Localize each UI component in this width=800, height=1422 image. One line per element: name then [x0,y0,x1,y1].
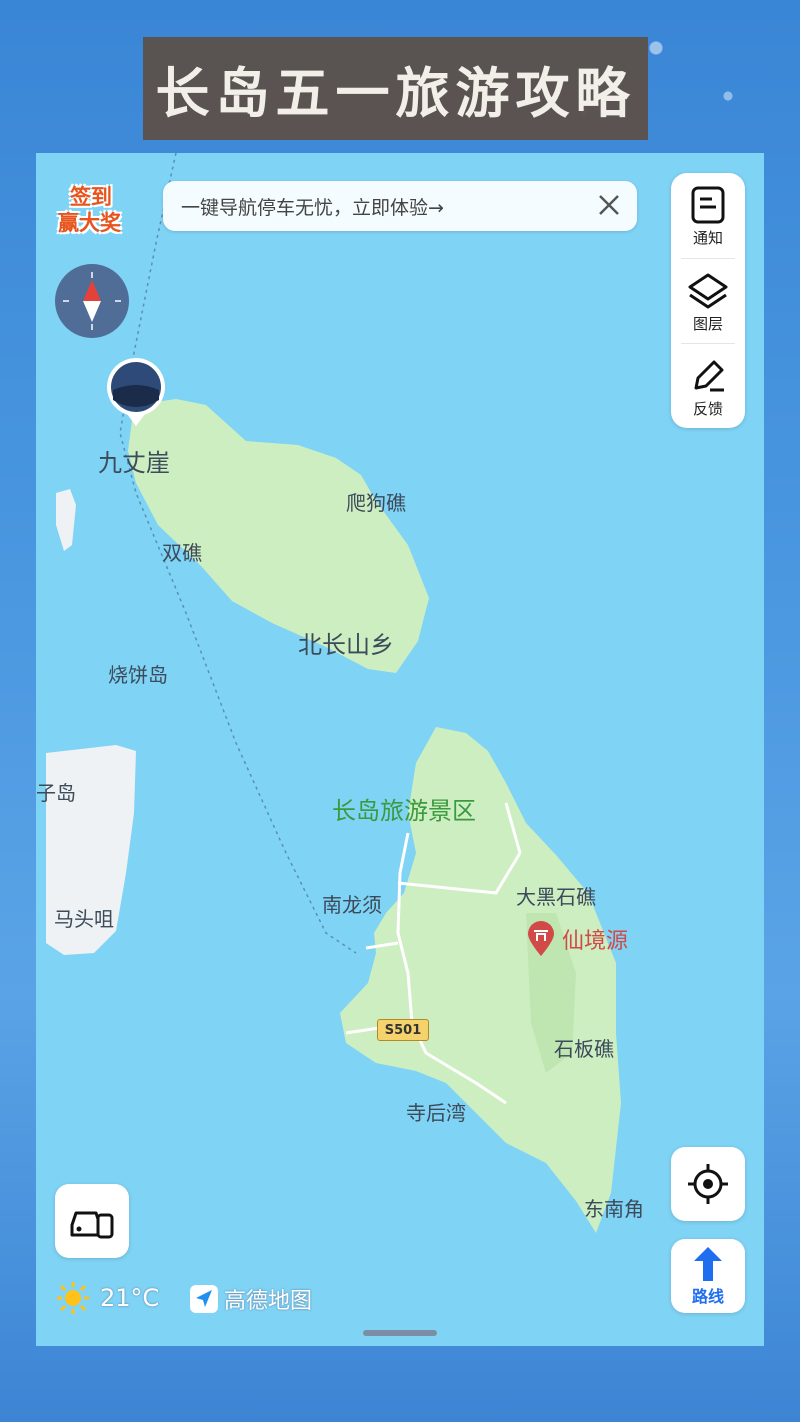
edit-pencil-icon [694,360,724,392]
weather-widget[interactable]: 21°C [56,1281,159,1315]
photo-pin-jiuzhangya[interactable] [105,356,167,428]
promo-banner-text[interactable]: 一键导航停车无忧，立即体验→ [181,193,444,220]
title-banner: 长岛五一旅游攻略 [143,37,648,140]
layers-button[interactable]: 图层 [671,259,745,341]
poi-xianjingyuan[interactable]: 仙境源 [526,921,628,957]
amap-logo-text: 高德地图 [224,1289,313,1314]
feedback-button[interactable]: 反馈 [671,344,745,426]
label-jiuzhangya[interactable]: 九丈崖 [98,443,170,478]
compass-icon [63,272,121,330]
signin-badge[interactable]: 签到 赢大奖 [56,181,136,237]
route-arrow-icon [694,1247,722,1281]
map-screenshot: 九丈崖 爬狗礁 双礁 北长山乡 烧饼岛 子岛 马头咀 长岛旅游景区 南龙须 大黑… [36,153,764,1346]
weather-temp: 21°C [100,1284,160,1312]
label-xianjingyuan: 仙境源 [562,929,629,954]
notice-label: 通知 [692,229,723,247]
right-toolbar: 通知 图层 反馈 [671,173,745,428]
promo-banner[interactable]: 一键导航停车无忧，立即体验→ [163,181,637,231]
locate-button[interactable] [671,1147,745,1221]
locate-target-icon [688,1164,728,1204]
car-phone-button[interactable] [55,1184,129,1258]
poi-pin-icon [528,921,554,956]
close-icon[interactable] [595,191,623,219]
label-pagouji[interactable]: 爬狗礁 [346,487,406,516]
signin-line2: 赢大奖 [58,211,121,235]
small-islet [56,489,76,551]
feedback-label: 反馈 [692,400,723,418]
label-sihouwan[interactable]: 寺后湾 [406,1097,466,1126]
label-shuangjiao[interactable]: 双礁 [162,537,202,566]
notice-button[interactable]: 通知 [671,173,745,255]
route-button[interactable]: 路线 [671,1239,745,1313]
amap-logo: 高德地图 [190,1283,312,1315]
photo-marker-icon [107,358,165,426]
label-changdao-scenic[interactable]: 长岛旅游景区 [332,791,476,826]
label-daheishijiao[interactable]: 大黑石礁 [516,881,596,910]
label-nanlongxu[interactable]: 南龙须 [322,889,382,918]
label-zidao[interactable]: 子岛 [36,777,76,806]
layers-label: 图层 [692,315,723,333]
route-label: 路线 [691,1287,724,1306]
road-badge-s501: S501 [377,1019,429,1041]
label-beichangshan[interactable]: 北长山乡 [298,625,394,660]
map-canvas[interactable] [36,153,764,1346]
label-shaobingdao[interactable]: 烧饼岛 [108,659,168,688]
label-matouju[interactable]: 马头咀 [54,903,114,932]
compass-button[interactable] [55,264,129,338]
car-phone-icon [70,1211,114,1239]
label-shibanjiao[interactable]: 石板礁 [554,1033,614,1062]
sun-icon [57,1282,89,1314]
amap-logo-icon [190,1285,218,1313]
layers-icon [688,273,728,309]
page-title: 长岛五一旅游攻略 [155,61,636,125]
home-indicator[interactable] [363,1330,437,1336]
notice-icon [691,186,725,224]
label-dongnanjiao[interactable]: 东南角 [584,1193,644,1222]
